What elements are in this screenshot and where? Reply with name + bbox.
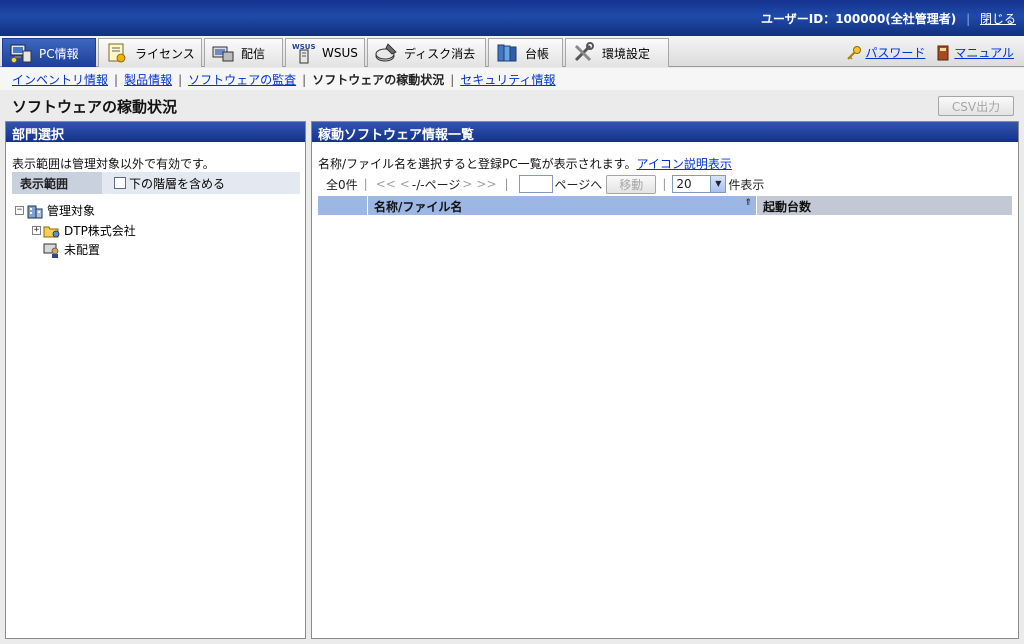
tree-label: 未配置 — [64, 243, 101, 257]
tab-label: 配信 — [241, 46, 266, 61]
sort-icon[interactable]: ⇑ — [744, 198, 752, 208]
manual-book-icon — [935, 45, 951, 61]
tab-environment-settings[interactable]: 環境設定 — [565, 38, 669, 67]
move-button[interactable]: 移動 — [606, 174, 657, 194]
page-to-label: ページへ — [554, 177, 603, 192]
csv-export-button[interactable]: CSV出力 — [938, 96, 1014, 116]
list-note: 名称/ファイル名を選択すると登録PC一覧が表示されます。アイコン説明表示 — [318, 155, 732, 172]
key-icon — [846, 45, 862, 61]
tab-label: WSUS — [322, 46, 358, 60]
last-page-button[interactable]: >> — [476, 177, 496, 191]
separator: | — [363, 177, 368, 191]
scope-row: 表示範囲 下の階層を含める — [12, 172, 300, 194]
column-header-label: 名称/ファイル名 — [374, 200, 463, 214]
software-list-title: 稼動ソフトウェア情報一覧 — [312, 122, 1018, 143]
tree-label: DTP株式会社 — [64, 224, 136, 238]
user-id-label: ユーザーID：100000(全社管理者) — [761, 12, 957, 26]
disk-erase-icon — [374, 42, 398, 64]
tab-wsus[interactable]: WSUS WSUS — [285, 38, 365, 67]
include-sublevels-label: 下の階層を含める — [129, 176, 226, 191]
chevron-down-icon[interactable]: ▼ — [710, 176, 726, 192]
tab-distribution[interactable]: 配信 — [204, 38, 283, 67]
tab-label: PC情報 — [39, 46, 79, 61]
title-bar: ソフトウェアの稼動状況 CSV出力 — [0, 91, 1024, 119]
wsus-icon: WSUS — [292, 42, 316, 64]
separator: | — [302, 73, 307, 87]
tab-label: ディスク消去 — [404, 46, 476, 61]
software-list-panel: 稼動ソフトウェア情報一覧 名称/ファイル名を選択すると登録PC一覧が表示されます… — [311, 121, 1019, 639]
checkbox-box[interactable] — [114, 177, 126, 189]
separator: | — [662, 177, 667, 191]
per-page-value: 20 — [676, 177, 692, 191]
main-tab-bar: PC情報 ライセンス 配信 WSUS WSUS ディスク消去 台帳 環境設定 パ… — [0, 36, 1024, 67]
license-icon — [105, 42, 129, 64]
separator: | — [114, 73, 119, 87]
unassigned-user-icon — [43, 242, 61, 258]
expand-icon[interactable]: + — [32, 226, 41, 235]
department-panel-title: 部門選択 — [6, 122, 305, 143]
manual-link[interactable]: マニュアル — [954, 44, 1014, 61]
tab-label: ライセンス — [135, 46, 195, 61]
building-icon — [26, 203, 44, 219]
subnav-security-info[interactable]: セキュリティ情報 — [460, 73, 555, 87]
top-header: ユーザーID：100000(全社管理者) | 閉じる — [0, 0, 1024, 36]
page-title: ソフトウェアの稼動状況 — [12, 98, 178, 116]
help-links: パスワード マニュアル — [846, 44, 1014, 61]
settings-tools-icon — [572, 42, 596, 64]
separator: | — [178, 73, 183, 87]
distribution-icon — [211, 42, 235, 64]
subnav-software-audit[interactable]: ソフトウェアの監査 — [188, 73, 296, 87]
page-number-input[interactable] — [518, 175, 553, 193]
tree-label: 管理対象 — [47, 204, 96, 218]
prev-page-button[interactable]: < — [400, 177, 410, 191]
per-page-suffix: 件表示 — [728, 177, 765, 192]
tab-label: 台帳 — [525, 46, 550, 61]
table-header: 名称/ファイル名 ⇑ 起動台数 — [318, 196, 1012, 215]
department-panel: 部門選択 表示範囲は管理対象以外で有効です。 表示範囲 下の階層を含める − 管… — [5, 121, 306, 639]
sub-navigation: インベントリ情報 | 製品情報 | ソフトウェアの監査 | ソフトウェアの稼動状況 | セキュリ… — [0, 68, 1024, 90]
first-page-button[interactable]: << — [376, 177, 396, 191]
icon-column-header — [318, 196, 368, 215]
subnav-product-info[interactable]: 製品情報 — [124, 73, 172, 87]
total-count: 全0件 — [326, 177, 358, 192]
user-area: ユーザーID：100000(全社管理者) | 閉じる — [761, 10, 1016, 27]
tree-node-root[interactable]: − 管理対象 — [15, 202, 95, 219]
page-info: -/-ページ — [411, 177, 461, 192]
separator: | — [966, 12, 971, 26]
password-link[interactable]: パスワード — [865, 44, 925, 61]
ledger-icon — [495, 42, 519, 64]
separator: | — [504, 177, 509, 191]
subnav-inventory[interactable]: インベントリ情報 — [12, 73, 108, 87]
next-page-button[interactable]: > — [462, 177, 472, 191]
pc-info-icon — [9, 42, 33, 64]
close-link[interactable]: 閉じる — [980, 12, 1016, 26]
include-sublevels-checkbox[interactable]: 下の階層を含める — [102, 172, 225, 194]
tab-pc-info[interactable]: PC情報 — [2, 38, 96, 67]
tree-node-unassigned[interactable]: 未配置 — [43, 241, 100, 258]
scope-note: 表示範囲は管理対象以外で有効です。 — [12, 157, 215, 171]
tab-license[interactable]: ライセンス — [98, 38, 202, 67]
column-header-name[interactable]: 名称/ファイル名 ⇑ — [368, 196, 756, 215]
separator: | — [450, 73, 455, 87]
scope-label: 表示範囲 — [12, 172, 102, 194]
icon-help-link[interactable]: アイコン説明表示 — [636, 157, 731, 171]
tab-disk-erase[interactable]: ディスク消去 — [367, 38, 486, 67]
folder-user-icon — [43, 223, 61, 239]
tree-node-company[interactable]: + DTP株式会社 — [32, 222, 136, 239]
collapse-icon[interactable]: − — [15, 206, 24, 215]
column-header-launch-count[interactable]: 起動台数 — [756, 196, 1012, 215]
pager: 全0件 | << < -/-ページ > >> | ページへ 移動 | 20 ▼ … — [326, 174, 764, 194]
per-page-select[interactable]: 20 ▼ — [672, 175, 727, 193]
tab-label: 環境設定 — [602, 46, 651, 61]
tab-ledger[interactable]: 台帳 — [488, 38, 563, 67]
list-note-text: 名称/ファイル名を選択すると登録PC一覧が表示されます。 — [318, 157, 637, 171]
subnav-software-usage-current: ソフトウェアの稼動状況 — [312, 73, 445, 87]
